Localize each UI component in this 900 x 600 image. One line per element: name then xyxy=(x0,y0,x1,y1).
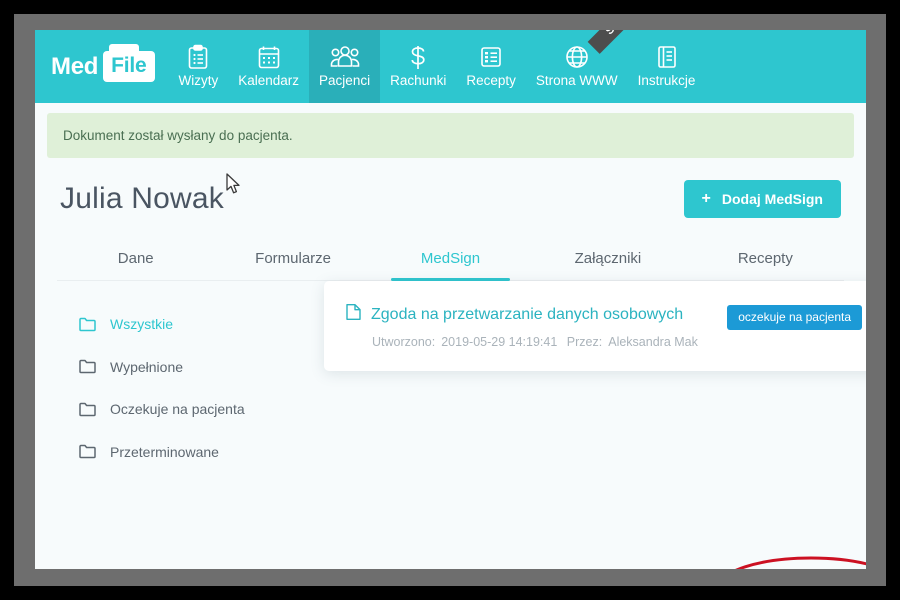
alert-message: Dokument został wysłany do pacjenta. xyxy=(63,128,293,143)
nav-label-wizyty: Wizyty xyxy=(178,73,219,89)
add-medsign-button[interactable]: + Dodaj MedSign xyxy=(683,180,841,218)
plus-icon: + xyxy=(701,190,711,207)
browser-window-frame: Med File Wizyty Kalendarz Pacjenci Rachu… xyxy=(14,14,886,586)
success-alert: Dokument został wysłany do pacjenta. xyxy=(47,113,854,158)
tab-formularze[interactable]: Formularze xyxy=(214,240,371,280)
globe-icon xyxy=(564,43,590,71)
nav-item-kalendarz[interactable]: Kalendarz xyxy=(228,30,309,103)
created-label: Utworzono: xyxy=(372,335,436,349)
document-icon xyxy=(346,303,361,326)
medsign-content-area: Wszystkie Wypełnione Oczekuje na pacjent… xyxy=(35,281,866,569)
document-card: Zgoda na przetwarzanie danych osobowych … xyxy=(324,281,866,371)
folder-label-przeterminowane: Przeterminowane xyxy=(110,443,219,460)
nav-label-recepty: Recepty xyxy=(466,73,516,89)
status-badge[interactable]: oczekuje na pacjenta xyxy=(727,305,862,330)
created-value: 2019-05-29 14:19:41 xyxy=(441,335,558,349)
author-value: Aleksandra Mak xyxy=(608,335,698,349)
page-title: Julia Nowak xyxy=(60,182,224,215)
book-icon xyxy=(656,43,678,71)
document-meta: Utworzono: 2019-05-29 14:19:41 Przez: Alek… xyxy=(372,335,704,349)
nav-item-recepty[interactable]: Recepty xyxy=(456,30,526,103)
folder-item-wszystkie[interactable]: Wszystkie xyxy=(79,303,320,346)
folder-icon xyxy=(79,359,96,374)
logo-text-file: File xyxy=(111,54,147,77)
document-info: Zgoda na przetwarzanie danych osobowych … xyxy=(346,301,704,349)
tab-dane[interactable]: Dane xyxy=(57,240,214,280)
folder-icon xyxy=(79,444,96,459)
folder-icon xyxy=(79,402,96,417)
document-title[interactable]: Zgoda na przetwarzanie danych osobowych xyxy=(371,306,683,324)
dollar-icon xyxy=(408,43,428,71)
clipboard-icon xyxy=(187,43,209,71)
nav-item-rachunki[interactable]: Rachunki xyxy=(380,30,456,103)
author-label: Przez: xyxy=(566,335,603,349)
folder-icon xyxy=(79,317,96,332)
folder-label-oczekuje-na-pacjenta: Oczekuje na pacjenta xyxy=(110,401,245,418)
nav-item-list: Wizyty Kalendarz Pacjenci Rachunki Recep… xyxy=(169,30,706,103)
page-viewport: Med File Wizyty Kalendarz Pacjenci Rachu… xyxy=(35,30,866,569)
calendar-icon xyxy=(257,43,281,71)
nav-label-rachunki: Rachunki xyxy=(390,73,447,89)
medfile-logo[interactable]: Med File xyxy=(35,30,169,103)
folder-label-wypelnione: Wypełnione xyxy=(110,358,184,375)
page-header: Julia Nowak + Dodaj MedSign xyxy=(35,158,866,218)
users-icon xyxy=(330,43,360,71)
add-medsign-label: Dodaj MedSign xyxy=(721,191,823,207)
tab-zalaczniki[interactable]: Załączniki xyxy=(529,240,686,280)
nav-label-pacjenci: Pacjenci xyxy=(319,73,371,89)
red-ellipse-annotation xyxy=(735,556,866,569)
folder-item-przeterminowane[interactable]: Przeterminowane xyxy=(79,431,320,474)
nav-label-strona-www: Strona WWW xyxy=(535,73,618,89)
nav-item-pacjenci[interactable]: Pacjenci xyxy=(309,30,381,103)
nav-label-instrukcje: Instrukcje xyxy=(637,73,696,89)
list-icon xyxy=(479,43,503,71)
nav-item-instrukcje[interactable]: Instrukcje xyxy=(628,30,706,103)
main-navigation-bar: Med File Wizyty Kalendarz Pacjenci Rachu… xyxy=(35,30,866,103)
folder-item-oczekuje-na-pacjenta[interactable]: Oczekuje na pacjenta xyxy=(79,388,320,431)
nav-item-wizyty[interactable]: Wizyty xyxy=(169,30,229,103)
document-title-row: Zgoda na przetwarzanie danych osobowych xyxy=(346,303,704,326)
nav-label-kalendarz: Kalendarz xyxy=(238,73,300,89)
folder-label-wszystkie: Wszystkie xyxy=(110,316,173,333)
tab-medsign[interactable]: MedSign xyxy=(372,240,529,281)
tab-recepty[interactable]: Recepty xyxy=(687,240,844,280)
logo-file-box: File xyxy=(103,44,155,82)
folder-item-wypelnione[interactable]: Wypełnione xyxy=(79,346,320,389)
patient-tab-bar: Dane Formularze MedSign Załączniki Recep… xyxy=(57,240,844,281)
nav-item-strona-www[interactable]: Strona WWW SMS xyxy=(526,30,647,103)
folder-filter-sidebar: Wszystkie Wypełnione Oczekuje na pacjent… xyxy=(35,303,320,473)
logo-text-med: Med xyxy=(51,52,99,80)
